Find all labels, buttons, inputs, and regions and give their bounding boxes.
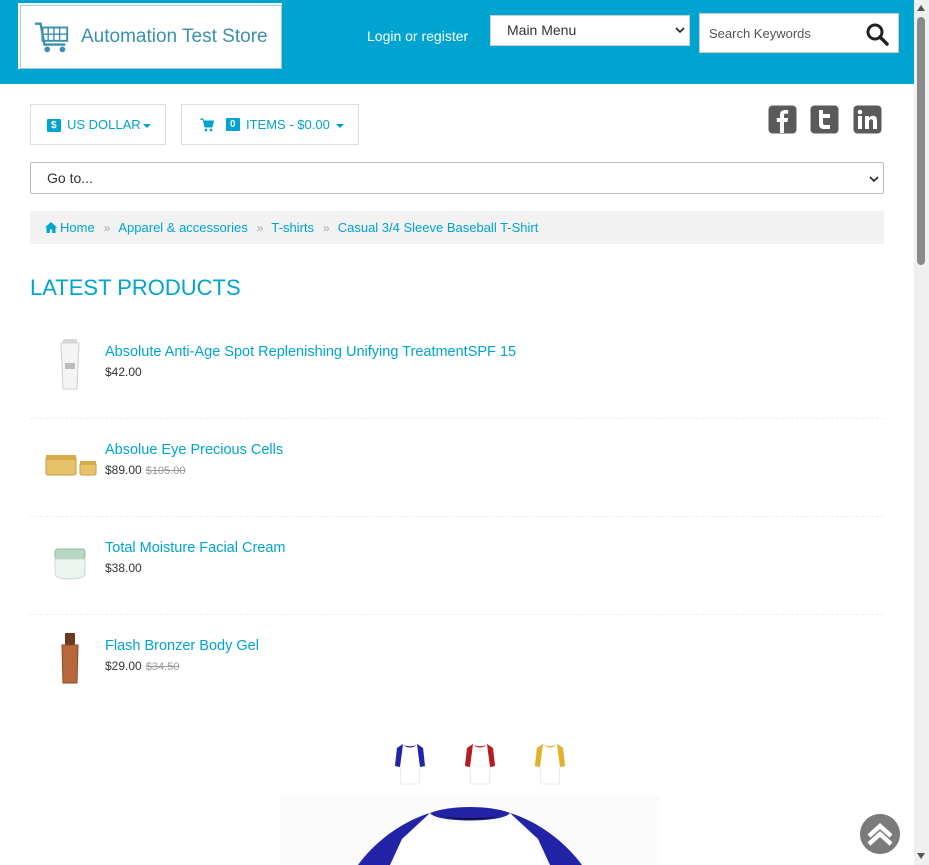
double-chevron-right-icon: » (103, 221, 111, 235)
header-bar: Automation Test Store Login or register … (0, 0, 914, 84)
breadcrumb-home[interactable]: Home (60, 220, 95, 235)
product-thumbnail[interactable] (42, 633, 98, 685)
caret-down-icon (142, 123, 151, 128)
search-input[interactable]: Search Keywords (699, 13, 899, 53)
variant-thumbnail-blue[interactable] (393, 742, 427, 786)
cart-logo-icon (34, 22, 69, 53)
product-thumbnail[interactable] (42, 339, 98, 391)
list-item: Absolute Anti-Age Spot Replenishing Unif… (30, 321, 884, 419)
logo-text: Automation Test Store (81, 26, 268, 47)
breadcrumb-apparel[interactable]: Apparel & accessories (118, 220, 247, 235)
product-old-price: $34.50 (145, 661, 180, 673)
product-price: $38.00 (105, 561, 142, 575)
product-old-price: $105.00 (145, 465, 186, 477)
breadcrumb-current-product[interactable]: Casual 3/4 Sleeve Baseball T-Shirt (338, 220, 539, 235)
product-name[interactable]: Total Moisture Facial Cream (105, 540, 286, 556)
goto-select[interactable]: Go to... (30, 162, 884, 194)
linkedin-icon[interactable] (853, 105, 882, 134)
list-item: Total Moisture Facial Cream $38.00 (30, 517, 884, 615)
main-menu-select[interactable]: Main Menu (490, 15, 690, 46)
shopping-cart-icon (200, 118, 214, 132)
caret-down-icon (335, 123, 344, 128)
facebook-icon[interactable] (768, 105, 797, 134)
scroll-up-arrow-icon[interactable] (917, 5, 925, 11)
chevron-down-icon (869, 176, 879, 183)
login-register-link[interactable]: Login or register (367, 28, 468, 44)
search-icon[interactable] (865, 22, 889, 46)
variant-thumbnail-red[interactable] (463, 742, 497, 786)
breadcrumb-tshirts[interactable]: T-shirts (271, 220, 314, 235)
product-thumbnail[interactable] (42, 535, 98, 587)
double-chevron-right-icon: » (323, 221, 330, 235)
search-placeholder: Search Keywords (709, 26, 811, 41)
double-chevron-right-icon: » (256, 221, 264, 235)
cart-count-badge: 0 (226, 118, 240, 131)
latest-products-heading: LATEST PRODUCTS (30, 275, 241, 300)
product-name[interactable]: Absolue Eye Precious Cells (105, 442, 283, 458)
scroll-thumb[interactable] (917, 17, 925, 265)
cart-dropdown[interactable]: 0 ITEMS - $0.00 (181, 104, 359, 145)
currency-label: US DOLLAR (67, 117, 141, 132)
page-scrollbar[interactable] (914, 0, 929, 865)
back-to-top-icon[interactable] (860, 814, 900, 854)
currency-dropdown[interactable]: $ US DOLLAR (30, 104, 166, 145)
login-register-label[interactable]: Login or register (367, 28, 468, 44)
list-item: Absolue Eye Precious Cells $89.00 $105.00 (30, 419, 884, 517)
main-product-image[interactable] (280, 795, 660, 865)
variant-thumbnail-yellow[interactable] (533, 742, 567, 786)
product-thumbnail[interactable] (42, 437, 98, 489)
twitter-icon[interactable] (810, 105, 839, 134)
breadcrumb: Home » Apparel & accessories » T-shirts » Casu… (30, 211, 884, 244)
product-price: $42.00 (105, 365, 142, 379)
store-logo[interactable]: Automation Test Store (15, 0, 285, 72)
currency-symbol-badge: $ (47, 119, 61, 132)
scroll-down-arrow-icon[interactable] (917, 853, 925, 859)
product-name[interactable]: Flash Bronzer Body Gel (105, 638, 259, 654)
list-item: Flash Bronzer Body Gel $29.00 $34.50 (30, 615, 884, 713)
product-price: $89.00 (105, 463, 142, 477)
main-menu-value: Main Menu (507, 22, 577, 38)
product-price: $29.00 (105, 659, 142, 673)
chevron-down-icon (675, 27, 685, 34)
cart-label: ITEMS - $0.00 (246, 117, 330, 132)
goto-value: Go to... (47, 170, 93, 186)
home-icon[interactable] (45, 222, 57, 233)
product-name[interactable]: Absolute Anti-Age Spot Replenishing Unif… (105, 344, 516, 360)
